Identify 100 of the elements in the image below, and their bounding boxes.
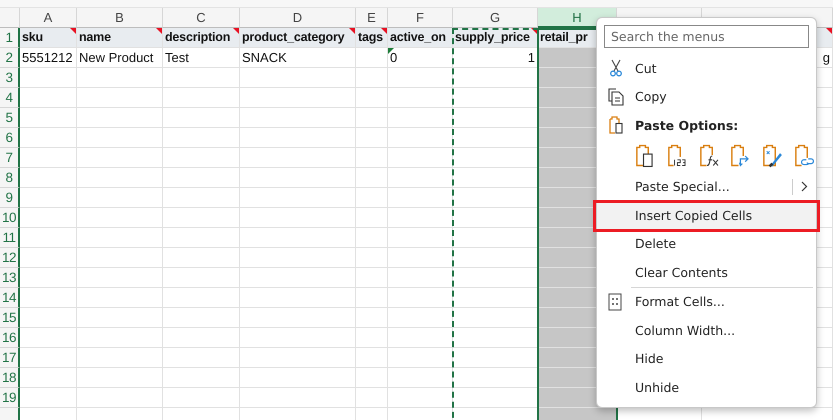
grid-cell[interactable] xyxy=(163,168,240,188)
grid-cell[interactable] xyxy=(388,128,453,148)
grid-cell[interactable] xyxy=(240,168,356,188)
grid-cell[interactable] xyxy=(77,388,163,408)
grid-cell[interactable] xyxy=(163,308,240,328)
grid-cell[interactable] xyxy=(388,168,453,188)
grid-cell[interactable] xyxy=(388,328,453,348)
grid-cell[interactable] xyxy=(77,68,163,88)
grid-cell[interactable] xyxy=(163,368,240,388)
grid-cell[interactable] xyxy=(163,68,240,88)
grid-cell[interactable] xyxy=(163,328,240,348)
menu-item[interactable]: Unhide xyxy=(597,373,816,402)
grid-cell[interactable] xyxy=(20,328,77,348)
menu-item[interactable]: Copy xyxy=(597,82,816,111)
grid-cell[interactable] xyxy=(240,248,356,268)
grid-cell[interactable] xyxy=(356,148,388,168)
grid-cell[interactable] xyxy=(356,348,388,368)
grid-cell[interactable] xyxy=(20,388,77,408)
row-header[interactable]: 13 xyxy=(0,268,20,288)
grid-cell[interactable] xyxy=(163,88,240,108)
menu-item[interactable]: Hide xyxy=(597,344,816,373)
row-header[interactable]: 1 xyxy=(0,28,20,48)
grid-cell[interactable] xyxy=(20,308,77,328)
grid-cell[interactable] xyxy=(356,248,388,268)
grid-cell[interactable] xyxy=(240,288,356,308)
grid-cell[interactable] xyxy=(356,188,388,208)
search-field[interactable]: Search the menus xyxy=(604,25,809,48)
grid-cell[interactable] xyxy=(20,168,77,188)
column-header[interactable]: G xyxy=(453,8,538,28)
row-header[interactable]: 16 xyxy=(0,328,20,348)
grid-cell[interactable] xyxy=(240,308,356,328)
grid-cell[interactable] xyxy=(20,248,77,268)
column-header[interactable]: E xyxy=(356,8,388,28)
grid-cell[interactable] xyxy=(388,348,453,368)
menu-item[interactable]: Clear Contents xyxy=(597,258,816,286)
row-header[interactable]: 18 xyxy=(0,368,20,388)
grid-cell[interactable]: New Product xyxy=(77,48,163,68)
grid-cell[interactable] xyxy=(163,288,240,308)
grid-cell[interactable] xyxy=(77,208,163,228)
grid-cell[interactable] xyxy=(163,248,240,268)
grid-cell[interactable] xyxy=(240,148,356,168)
grid-cell[interactable]: tags xyxy=(356,28,388,48)
grid-cell[interactable] xyxy=(77,168,163,188)
grid-cell[interactable]: sku xyxy=(20,28,77,48)
grid-cell[interactable] xyxy=(77,348,163,368)
grid-cell[interactable] xyxy=(356,308,388,328)
grid-cell[interactable] xyxy=(240,348,356,368)
grid-cell[interactable] xyxy=(163,388,240,408)
grid-cell[interactable] xyxy=(77,88,163,108)
grid-cell[interactable] xyxy=(240,228,356,248)
grid-cell[interactable] xyxy=(240,188,356,208)
grid-cell[interactable] xyxy=(388,268,453,288)
grid-cell[interactable] xyxy=(356,288,388,308)
grid-cell[interactable] xyxy=(20,268,77,288)
grid-cell[interactable] xyxy=(388,308,453,328)
grid-cell[interactable] xyxy=(356,68,388,88)
grid-cell[interactable] xyxy=(388,88,453,108)
grid-cell[interactable] xyxy=(77,368,163,388)
grid-cell[interactable] xyxy=(163,108,240,128)
row-header[interactable]: 8 xyxy=(0,168,20,188)
grid-cell[interactable] xyxy=(356,168,388,188)
grid-cell[interactable] xyxy=(77,188,163,208)
row-header[interactable]: 3 xyxy=(0,68,20,88)
grid-cell[interactable]: 5551212 xyxy=(20,48,77,68)
column-header[interactable]: D xyxy=(240,8,356,28)
column-header[interactable]: A xyxy=(20,8,77,28)
grid-cell[interactable] xyxy=(356,388,388,408)
grid-cell[interactable] xyxy=(163,208,240,228)
menu-item[interactable]: Column Width... xyxy=(597,316,816,344)
grid-cell[interactable] xyxy=(240,88,356,108)
row-header[interactable]: 9 xyxy=(0,188,20,208)
grid-cell[interactable] xyxy=(356,108,388,128)
row-header[interactable]: 14 xyxy=(0,288,20,308)
grid-cell[interactable] xyxy=(240,268,356,288)
paste-link-icon[interactable] xyxy=(793,143,816,169)
grid-cell[interactable] xyxy=(20,88,77,108)
grid-cell[interactable] xyxy=(240,388,356,408)
grid-cell[interactable]: description xyxy=(163,28,240,48)
menu-item[interactable]: Paste Special... xyxy=(597,172,816,201)
select-all-button[interactable] xyxy=(0,8,20,28)
paste-formula-icon[interactable] xyxy=(698,143,720,169)
grid-cell[interactable] xyxy=(356,48,388,68)
grid-cell[interactable] xyxy=(20,68,77,88)
row-header[interactable]: 12 xyxy=(0,248,20,268)
grid-cell[interactable]: name xyxy=(77,28,163,48)
row-header[interactable]: 10 xyxy=(0,208,20,228)
grid-cell[interactable] xyxy=(388,368,453,388)
row-header[interactable]: 6 xyxy=(0,128,20,148)
grid-cell[interactable] xyxy=(77,108,163,128)
grid-cell[interactable] xyxy=(356,228,388,248)
row-header[interactable]: 17 xyxy=(0,348,20,368)
grid-cell[interactable] xyxy=(388,388,453,408)
grid-cell[interactable] xyxy=(163,228,240,248)
grid-cell[interactable] xyxy=(240,108,356,128)
grid-cell[interactable] xyxy=(77,288,163,308)
grid-cell[interactable] xyxy=(77,148,163,168)
grid-cell[interactable] xyxy=(388,208,453,228)
grid-cell[interactable] xyxy=(20,348,77,368)
grid-cell[interactable]: supply_price xyxy=(453,28,538,48)
grid-cell[interactable] xyxy=(240,208,356,228)
